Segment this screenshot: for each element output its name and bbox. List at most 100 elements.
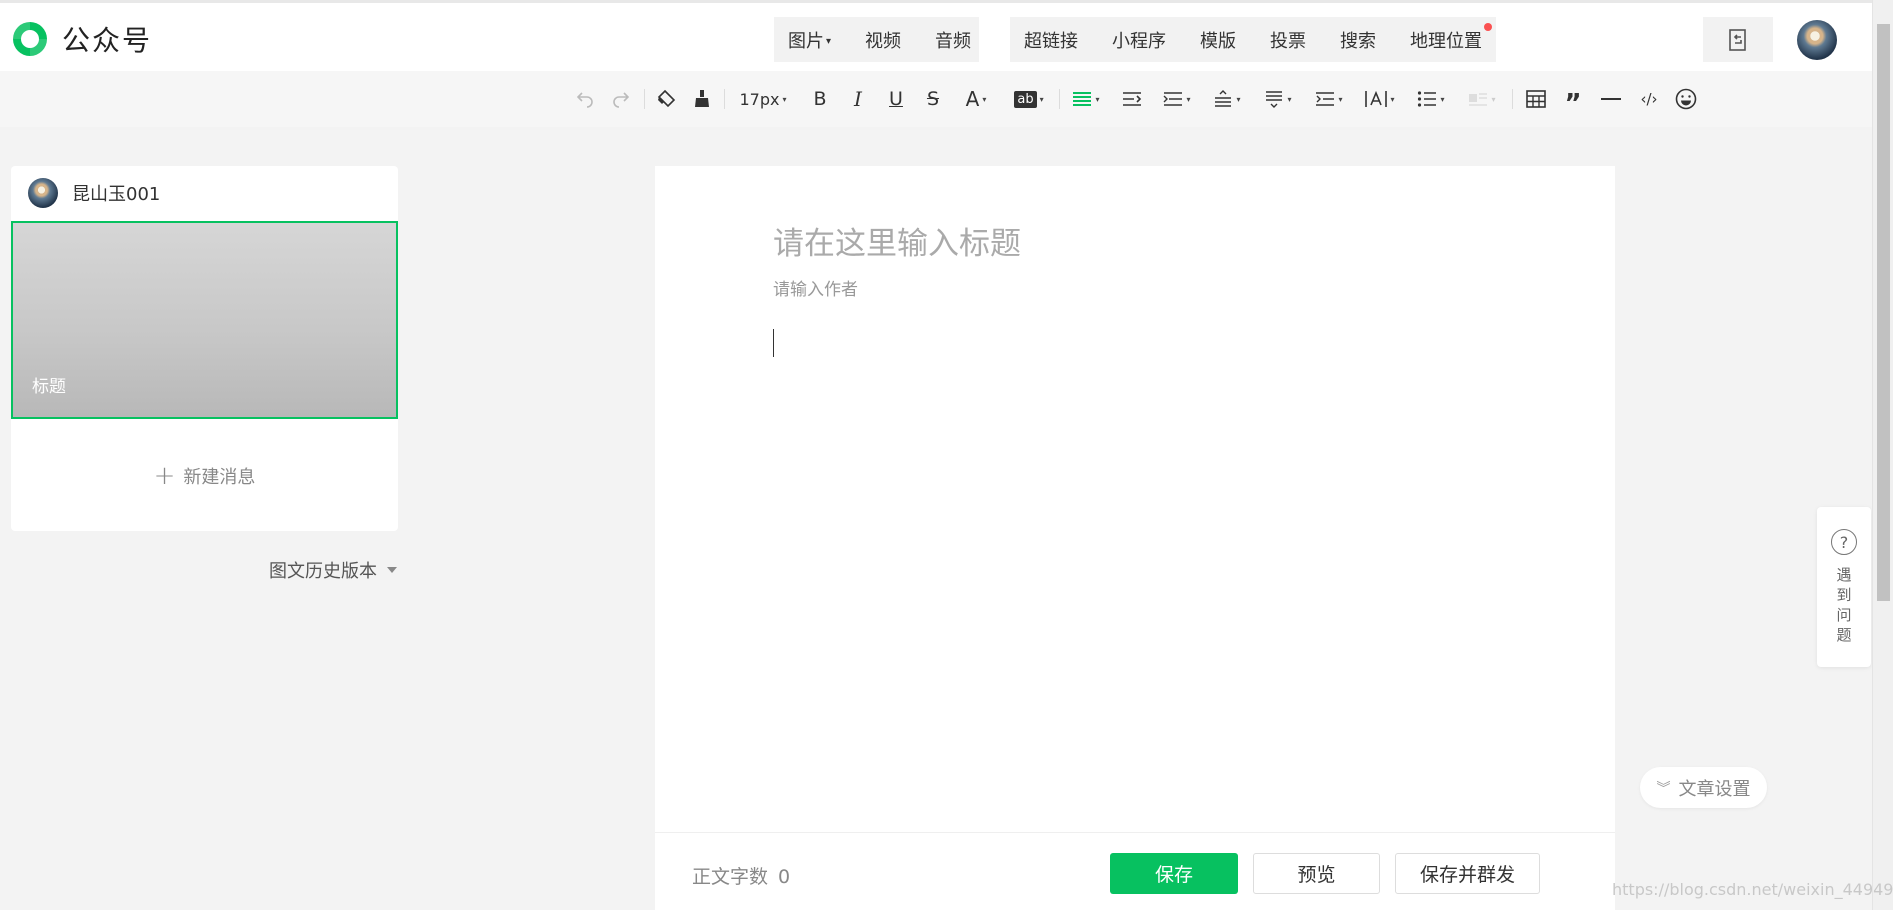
document-return-button[interactable] — [1703, 17, 1773, 62]
quote-button[interactable]: ” — [1558, 71, 1588, 127]
new-message-button[interactable]: + 新建消息 — [11, 461, 398, 491]
save-button[interactable]: 保存 — [1110, 853, 1238, 894]
new-message-label: 新建消息 — [183, 467, 256, 488]
save-and-publish-button[interactable]: 保存并群发 — [1395, 853, 1540, 894]
font-size-select[interactable]: 17px ▾ — [733, 71, 793, 127]
user-avatar[interactable] — [1797, 20, 1837, 60]
code-icon: ‹/› — [1640, 90, 1658, 108]
paragraph-spacing-after-button[interactable]: ▾ — [1258, 71, 1298, 127]
insert-template-button[interactable]: 模版 — [1200, 27, 1236, 53]
article-editor: 正文字数 0 保存 预览 保存并群发 — [655, 166, 1615, 910]
paragraph-spacing-before-button[interactable]: ▾ — [1207, 71, 1247, 127]
body-text-cursor[interactable] — [773, 329, 774, 357]
undo-button[interactable] — [570, 71, 600, 127]
help-label: 遇到问题 — [1836, 566, 1852, 644]
indent-icon — [1123, 92, 1142, 106]
double-chevron-down-icon: ︾ — [1656, 780, 1671, 797]
account-name: 昆山玉001 — [72, 184, 161, 205]
watermark: https://blog.csdn.net/weixin_44949135 — [1612, 880, 1893, 899]
toolbar-divider — [1512, 89, 1513, 109]
indent-button[interactable] — [1117, 71, 1147, 127]
insert-audio-button[interactable]: 音频 — [935, 27, 971, 53]
align-button[interactable]: ▾ — [1068, 71, 1104, 127]
paragraph-spacing-after-icon — [1266, 91, 1283, 108]
insert-hyperlink-button[interactable]: 超链接 — [1024, 27, 1078, 53]
divider-icon — [1601, 98, 1621, 100]
page-scrollbar[interactable] — [1872, 0, 1893, 910]
float-icon — [1469, 93, 1488, 106]
insert-location-button[interactable]: 地理位置 — [1410, 22, 1492, 53]
chevron-down-icon: ▾ — [1491, 94, 1496, 104]
chevron-down-icon: ▾ — [1095, 94, 1100, 104]
font-color-button[interactable]: A ▾ — [958, 71, 994, 127]
redo-button[interactable] — [606, 71, 636, 127]
word-count-label: 正文字数 — [692, 866, 769, 888]
insert-vote-button[interactable]: 投票 — [1270, 27, 1306, 53]
logo[interactable]: 公众号 — [10, 19, 152, 59]
article-cover-item[interactable]: 标题 — [11, 221, 398, 419]
chevron-down-icon: ▾ — [1236, 94, 1241, 104]
insert-search-button[interactable]: 搜索 — [1340, 27, 1376, 53]
background-color-icon: ab — [1014, 90, 1037, 108]
redo-icon — [613, 92, 630, 108]
format-painter-icon — [695, 90, 709, 107]
chevron-down-icon: ▾ — [1440, 94, 1445, 104]
chevron-down-icon: ▾ — [1390, 94, 1395, 104]
float-button[interactable]: ▾ — [1462, 71, 1502, 127]
italic-button[interactable]: I — [845, 71, 871, 127]
line-spacing-button[interactable]: ▾ — [1157, 71, 1197, 127]
insert-table-button[interactable] — [1521, 71, 1551, 127]
insert-video-button[interactable]: 视频 — [865, 27, 901, 53]
account-header: 昆山玉001 — [28, 178, 160, 208]
strikethrough-button[interactable]: S — [920, 71, 946, 127]
clear-format-button[interactable] — [651, 71, 681, 127]
indent-list-button[interactable]: ▾ — [1309, 71, 1349, 127]
preview-button[interactable]: 预览 — [1253, 853, 1380, 894]
toolbar-divider — [644, 89, 645, 109]
chevron-down-icon: ▾ — [826, 35, 832, 47]
underline-icon: U — [889, 88, 903, 110]
list-button[interactable]: ▾ — [1411, 71, 1451, 127]
divider-button[interactable] — [1596, 71, 1626, 127]
insert-media-group: 图片 ▾ 视频 音频 — [774, 17, 979, 62]
letter-spacing-button[interactable]: ▾ — [1360, 71, 1400, 127]
title-input[interactable] — [773, 226, 1473, 262]
help-panel[interactable]: ? 遇到问题 — [1817, 507, 1871, 667]
toolbar-divider — [1059, 89, 1060, 109]
indent-list-icon — [1316, 92, 1335, 106]
format-painter-button[interactable] — [687, 71, 717, 127]
account-avatar — [28, 178, 58, 208]
history-versions-label: 图文历史版本 — [269, 561, 377, 582]
chevron-down-icon: ▾ — [782, 94, 787, 104]
toolbar-divider — [724, 89, 725, 109]
wechat-mp-logo-icon — [13, 22, 47, 56]
letter-spacing-icon — [1365, 90, 1388, 107]
table-icon — [1526, 90, 1546, 108]
editor-toolbar: 17px▾ B I U S A▾ ab▾ ▾ ▾ ▾ ▾ ▾ ▾ ▾ ▾ — [0, 71, 1872, 127]
caret-down-icon — [387, 567, 397, 573]
chevron-down-icon: ▾ — [1338, 94, 1343, 104]
font-color-icon: A — [965, 87, 980, 111]
article-settings-button[interactable]: ︾ 文章设置 — [1640, 767, 1767, 808]
insert-miniprogram-button[interactable]: 小程序 — [1112, 27, 1166, 53]
top-header: 公众号 图片 ▾ 视频 音频 超链接 小程序 模版 投票 搜索 地理位置 — [0, 0, 1872, 71]
undo-icon — [576, 92, 593, 108]
background-color-button[interactable]: ab ▾ — [1009, 71, 1049, 127]
logo-text: 公众号 — [62, 24, 153, 57]
code-button[interactable]: ‹/› — [1634, 71, 1664, 127]
article-list-card: 昆山玉001 标题 + 新建消息 — [11, 166, 398, 531]
bold-button[interactable]: B — [807, 71, 833, 127]
article-cover-title: 标题 — [32, 377, 66, 397]
history-versions-dropdown[interactable]: 图文历史版本 — [269, 557, 397, 583]
scrollbar-thumb[interactable] — [1877, 24, 1890, 601]
list-icon — [1418, 91, 1437, 107]
editor-footer: 正文字数 0 保存 预览 保存并群发 — [655, 832, 1615, 910]
author-input[interactable] — [773, 280, 1173, 300]
insert-image-button[interactable]: 图片 ▾ — [788, 27, 831, 53]
plus-icon: + — [153, 461, 176, 491]
chevron-down-icon: ▾ — [1039, 94, 1044, 104]
underline-button[interactable]: U — [883, 71, 909, 127]
strikethrough-icon: S — [926, 88, 940, 110]
line-spacing-icon — [1163, 92, 1183, 106]
emoji-button[interactable] — [1671, 71, 1701, 127]
